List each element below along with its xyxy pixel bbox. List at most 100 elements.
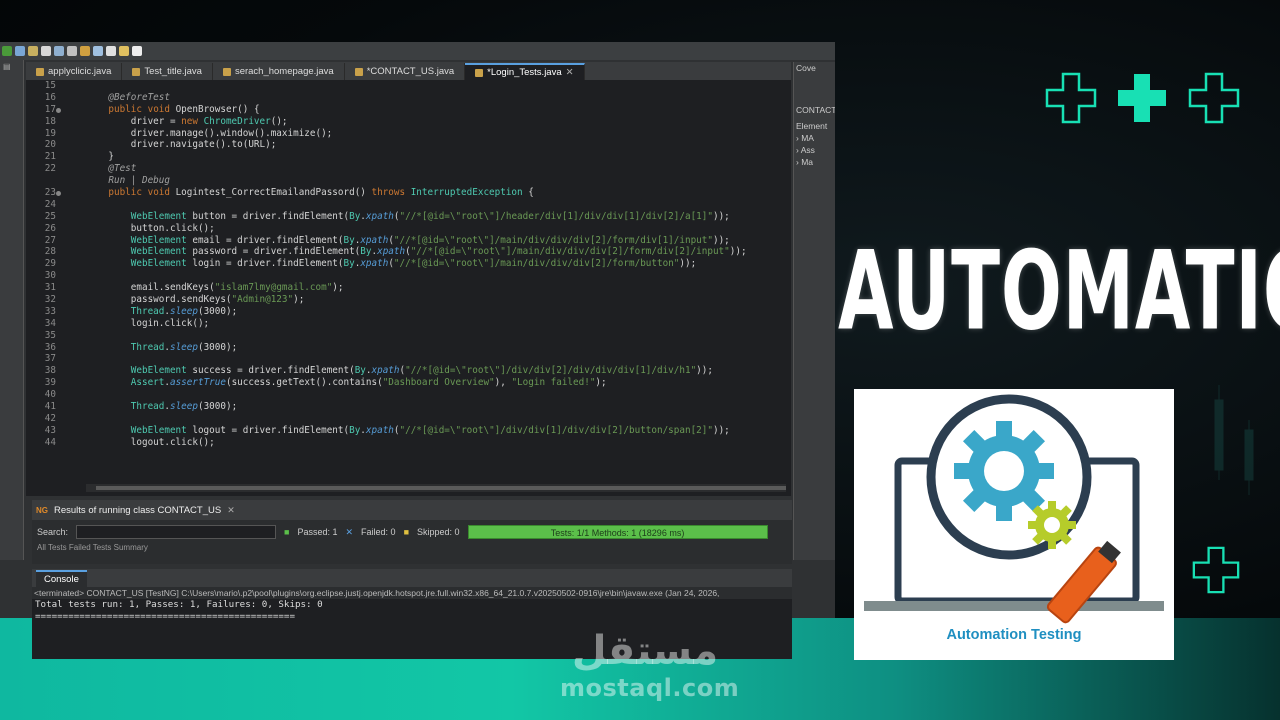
line-number: 37 — [44, 353, 56, 365]
line-number: 22 — [44, 163, 56, 175]
tab-applyclicic[interactable]: applyclicic.java — [26, 63, 123, 80]
code-line[interactable]: 34 login.click(); — [26, 318, 791, 330]
code-line[interactable]: 39 Assert.assertTrue(success.getText().c… — [26, 377, 791, 389]
mostaql-watermark: مستقل mostaql.com — [560, 628, 739, 702]
code-line[interactable]: 16 @BeforeTest — [26, 92, 791, 104]
code-text: login.click(); — [86, 317, 210, 329]
run-icon[interactable] — [2, 46, 12, 56]
code-line[interactable]: 44 logout.click(); — [26, 437, 791, 449]
code-line[interactable]: 38 WebElement success = driver.findEleme… — [26, 365, 791, 377]
close-icon[interactable]: ✕ — [566, 67, 574, 78]
code-line[interactable]: 36 Thread.sleep(3000); — [26, 342, 791, 354]
new-package-icon[interactable] — [28, 46, 38, 56]
tab-contact-us[interactable]: *CONTACT_US.java — [345, 63, 466, 80]
slide: ▤ applyclicic.java Test_title.java serac… — [0, 0, 1280, 720]
code-line[interactable]: 31 email.sendKeys("islam7lmy@gmail.com")… — [26, 282, 791, 294]
tree-item[interactable]: › Ass — [794, 144, 835, 156]
contact-label: CONTACT — [796, 105, 835, 115]
element-header: Element — [796, 121, 828, 131]
coverage-tab[interactable]: Cove — [794, 62, 835, 74]
code-line[interactable]: 42 — [26, 413, 791, 425]
console-tab[interactable]: Console — [36, 569, 87, 587]
testng-summary-row: Search: ■ Passed: 1 ✕ Failed: 0 ■ Skipped: … — [32, 521, 792, 543]
code-line[interactable]: 25 WebElement button = driver.findElemen… — [26, 211, 791, 223]
line-number: 33 — [44, 305, 56, 317]
tree-item[interactable]: › Ma — [794, 156, 835, 168]
code-line[interactable]: Run | Debug — [26, 175, 791, 187]
pin-icon[interactable] — [93, 46, 103, 56]
debug-icon[interactable] — [15, 46, 25, 56]
code-line[interactable]: 33 Thread.sleep(3000); — [26, 306, 791, 318]
code-line[interactable]: 20 driver.navigate().to(URL); — [26, 139, 791, 151]
passed-count: Passed: 1 — [297, 527, 338, 537]
open-type-icon[interactable] — [54, 46, 64, 56]
tab-serach-homepage[interactable]: serach_homepage.java — [213, 63, 345, 80]
code-line[interactable]: 40 — [26, 389, 791, 401]
tab-login-tests[interactable]: *Login_Tests.java ✕ — [465, 63, 585, 80]
line-number: 25 — [44, 210, 56, 222]
java-file-icon — [132, 67, 141, 76]
left-strip-icon[interactable]: ▤ — [0, 60, 23, 73]
horizontal-scrollbar[interactable] — [86, 484, 786, 492]
line-number: 30 — [44, 270, 56, 282]
line-number: 32 — [44, 294, 56, 306]
code-line[interactable]: 17 public void OpenBrowser() { — [26, 104, 791, 116]
code-text: WebElement success = driver.findElement(… — [130, 365, 713, 377]
automation-testing-card: Automation Testing — [854, 389, 1174, 660]
code-line[interactable]: 21 } — [26, 151, 791, 163]
nav-back-icon[interactable] — [106, 46, 116, 56]
java-file-icon — [222, 67, 231, 76]
code-text: Run | Debug — [108, 175, 170, 187]
line-number: 36 — [44, 341, 56, 353]
fold-marker-icon[interactable] — [56, 107, 61, 113]
line-number: 41 — [44, 401, 56, 413]
code-line[interactable]: 24 — [26, 199, 791, 211]
code-line[interactable]: 26 button.click(); — [26, 223, 791, 235]
code-line[interactable]: 35 — [26, 330, 791, 342]
testng-results-view: NG Results of running class CONTACT_US ✕… — [32, 500, 792, 564]
search-input[interactable] — [76, 525, 277, 539]
testng-sub-tabs[interactable]: All Tests Failed Tests Summary — [32, 543, 792, 553]
line-number: 27 — [44, 234, 56, 246]
line-number: 26 — [44, 222, 56, 234]
code-text: WebElement button = driver.findElement(B… — [130, 210, 730, 222]
code-line[interactable]: 22 @Test — [26, 163, 791, 175]
code-line[interactable]: 15 — [26, 80, 791, 92]
nav-forward-icon[interactable] — [119, 46, 129, 56]
failed-count: Failed: 0 — [361, 527, 396, 537]
code-line[interactable]: 43 WebElement logout = driver.findElemen… — [26, 425, 791, 437]
failed-icon: ✕ — [345, 526, 354, 537]
code-line[interactable]: 32 password.sendKeys("Admin@123"); — [26, 294, 791, 306]
code-line[interactable]: 29 WebElement login = driver.findElement… — [26, 258, 791, 270]
code-line[interactable]: 41 Thread.sleep(3000); — [26, 401, 791, 413]
code-line[interactable]: 27 WebElement email = driver.findElement… — [26, 235, 791, 247]
code-line[interactable]: 30 — [26, 270, 791, 282]
line-number: 16 — [44, 91, 56, 103]
line-number: 38 — [44, 365, 56, 377]
code-text: Thread.sleep(3000); — [130, 305, 238, 317]
console-output-line: ========================================… — [35, 610, 295, 622]
code-editor[interactable]: 15 16 @BeforeTest 17 public void OpenBrows… — [26, 80, 791, 496]
line-number: 21 — [44, 151, 56, 163]
line-number: 28 — [44, 246, 56, 258]
code-line[interactable]: 37 — [26, 353, 791, 365]
editor-tabs: applyclicic.java Test_title.java serach_… — [26, 62, 791, 80]
fold-marker-icon[interactable] — [56, 191, 61, 197]
line-number: 44 — [44, 436, 56, 448]
plus-outline-icon — [1188, 72, 1240, 124]
left-minimized-views[interactable]: ▤ — [0, 60, 24, 560]
search-icon[interactable] — [67, 46, 77, 56]
code-line[interactable]: 28 WebElement password = driver.findElem… — [26, 246, 791, 258]
tab-test-title[interactable]: Test_title.java — [122, 63, 213, 80]
code-line[interactable]: 18 driver = new ChromeDriver(); — [26, 116, 791, 128]
new-class-icon[interactable] — [41, 46, 51, 56]
close-icon[interactable]: ✕ — [227, 505, 235, 516]
annotation-icon[interactable] — [80, 46, 90, 56]
code-line[interactable]: 19 driver.manage().window().maximize(); — [26, 128, 791, 140]
tree-item[interactable]: › MA — [794, 132, 835, 144]
eclipse-window: ▤ applyclicic.java Test_title.java serac… — [0, 42, 835, 659]
terminated-line: <terminated> CONTACT_US [TestNG] C:\User… — [32, 587, 792, 599]
testng-title: Results of running class CONTACT_US — [54, 504, 222, 516]
arrow-right-icon[interactable] — [132, 46, 142, 56]
code-line[interactable]: 23 public void Logintest_CorrectEmailand… — [26, 187, 791, 199]
